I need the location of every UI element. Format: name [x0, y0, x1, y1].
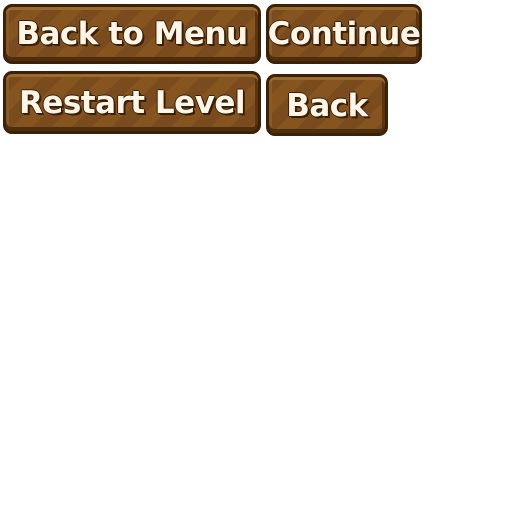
back-to-menu-button[interactable]: Back to Menu — [3, 4, 261, 64]
back-to-menu-label: Back to Menu — [16, 16, 248, 52]
restart-level-button[interactable]: Restart Level — [3, 71, 261, 134]
back-button[interactable]: Back — [266, 74, 388, 136]
continue-label: Continue — [267, 16, 421, 52]
continue-button[interactable]: Continue — [266, 4, 422, 64]
restart-level-label: Restart Level — [18, 84, 246, 121]
game-menu-screen: Back to Menu Continue Restart Level Back — [0, 0, 512, 512]
back-label: Back — [286, 88, 368, 124]
